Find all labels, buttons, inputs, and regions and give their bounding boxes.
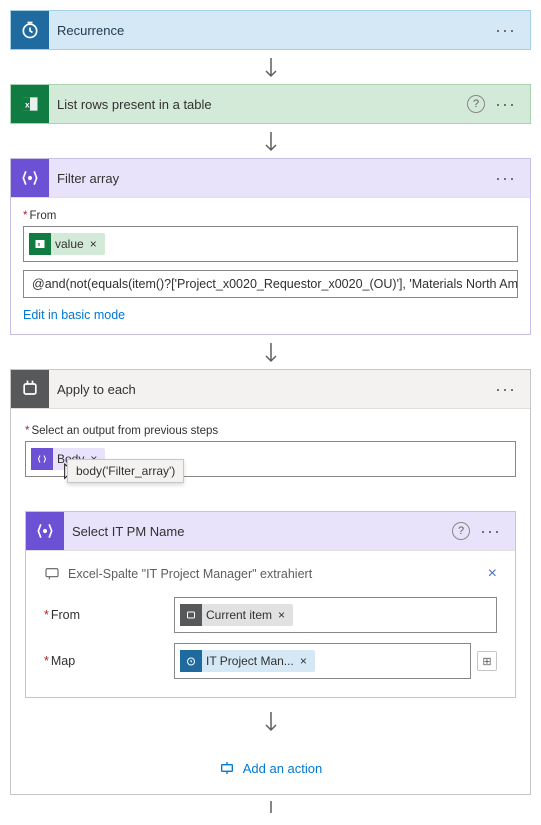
more-icon[interactable]: ···	[489, 168, 522, 189]
select-header[interactable]: Select IT PM Name ? ···	[26, 512, 515, 550]
close-icon[interactable]: ×	[488, 565, 497, 583]
loop-icon	[180, 604, 202, 626]
filter-header[interactable]: Filter array ···	[11, 159, 530, 197]
select-body: Excel-Spalte "IT Project Manager" extrah…	[26, 550, 515, 697]
value-token[interactable]: x value ×	[29, 233, 105, 255]
select-step[interactable]: Select IT PM Name ? ··· Excel-Spalte "IT…	[25, 511, 516, 698]
flow-arrow	[10, 795, 531, 815]
edit-basic-mode-link[interactable]: Edit in basic mode	[23, 308, 125, 322]
flow-arrow	[10, 335, 531, 369]
current-item-token[interactable]: Current item ×	[180, 604, 293, 626]
filter-array-step[interactable]: Filter array ··· *From x value × @and(no…	[10, 158, 531, 335]
add-step-icon	[219, 760, 235, 776]
recurrence-step[interactable]: Recurrence ···	[10, 10, 531, 50]
more-icon[interactable]: ···	[489, 20, 522, 41]
help-icon[interactable]: ?	[467, 95, 485, 113]
more-icon[interactable]: ···	[489, 379, 522, 400]
from-input[interactable]: x value ×	[23, 226, 518, 262]
excel-icon: x	[11, 85, 49, 123]
from-label: *From	[44, 608, 174, 622]
flow-arrow	[25, 698, 516, 734]
apply-header[interactable]: Apply to each ···	[11, 370, 530, 408]
it-pm-token[interactable]: IT Project Man... ×	[180, 650, 315, 672]
data-operations-icon	[31, 448, 53, 470]
apply-to-each-step[interactable]: Apply to each ··· *Select an output from…	[10, 369, 531, 795]
select-from-input[interactable]: Current item ×	[174, 597, 497, 633]
remove-token-icon[interactable]: ×	[276, 608, 287, 622]
apply-title: Apply to each	[49, 382, 489, 397]
flow-arrow	[10, 50, 531, 84]
data-operations-icon	[26, 512, 64, 550]
comment-icon	[44, 566, 60, 582]
svg-text:x: x	[25, 99, 30, 109]
apply-body: *Select an output from previous steps Bo…	[11, 408, 530, 794]
filter-expression-input[interactable]: @and(not(equals(item()?['Project_x0020_R…	[23, 270, 518, 298]
select-map-input[interactable]: IT Project Man... ×	[174, 643, 471, 679]
clock-icon	[11, 11, 49, 49]
switch-map-mode-button[interactable]: ⊞	[477, 651, 497, 671]
svg-text:x: x	[38, 242, 41, 248]
more-icon[interactable]: ···	[474, 521, 507, 542]
loop-icon	[11, 370, 49, 408]
token-label: IT Project Man...	[206, 654, 294, 668]
recurrence-title: Recurrence	[49, 23, 489, 38]
list-rows-title: List rows present in a table	[49, 97, 467, 112]
more-icon[interactable]: ···	[489, 94, 522, 115]
add-action-button[interactable]: Add an action	[25, 760, 516, 776]
token-label: value	[55, 237, 84, 251]
output-label: *Select an output from previous steps	[25, 425, 516, 437]
help-icon[interactable]: ?	[452, 522, 470, 540]
token-label: Current item	[206, 608, 272, 622]
excel-icon: x	[29, 233, 51, 255]
select-title: Select IT PM Name	[64, 524, 452, 539]
recurrence-header[interactable]: Recurrence ···	[11, 11, 530, 49]
flow-arrow	[10, 124, 531, 158]
token-tooltip: body('Filter_array')	[67, 459, 184, 483]
filter-body: *From x value × @and(not(equals(item()?[…	[11, 197, 530, 334]
filter-title: Filter array	[49, 171, 489, 186]
list-rows-header[interactable]: x List rows present in a table ? ···	[11, 85, 530, 123]
from-label: *From	[23, 210, 518, 222]
comment-text: Excel-Spalte "IT Project Manager" extrah…	[68, 567, 312, 581]
map-label: *Map	[44, 654, 174, 668]
list-rows-step[interactable]: x List rows present in a table ? ···	[10, 84, 531, 124]
remove-token-icon[interactable]: ×	[88, 237, 99, 251]
add-action-label: Add an action	[243, 761, 323, 776]
clock-icon	[180, 650, 202, 672]
data-operations-icon	[11, 159, 49, 197]
comment-row: Excel-Spalte "IT Project Manager" extrah…	[44, 565, 497, 583]
remove-token-icon[interactable]: ×	[298, 654, 309, 668]
